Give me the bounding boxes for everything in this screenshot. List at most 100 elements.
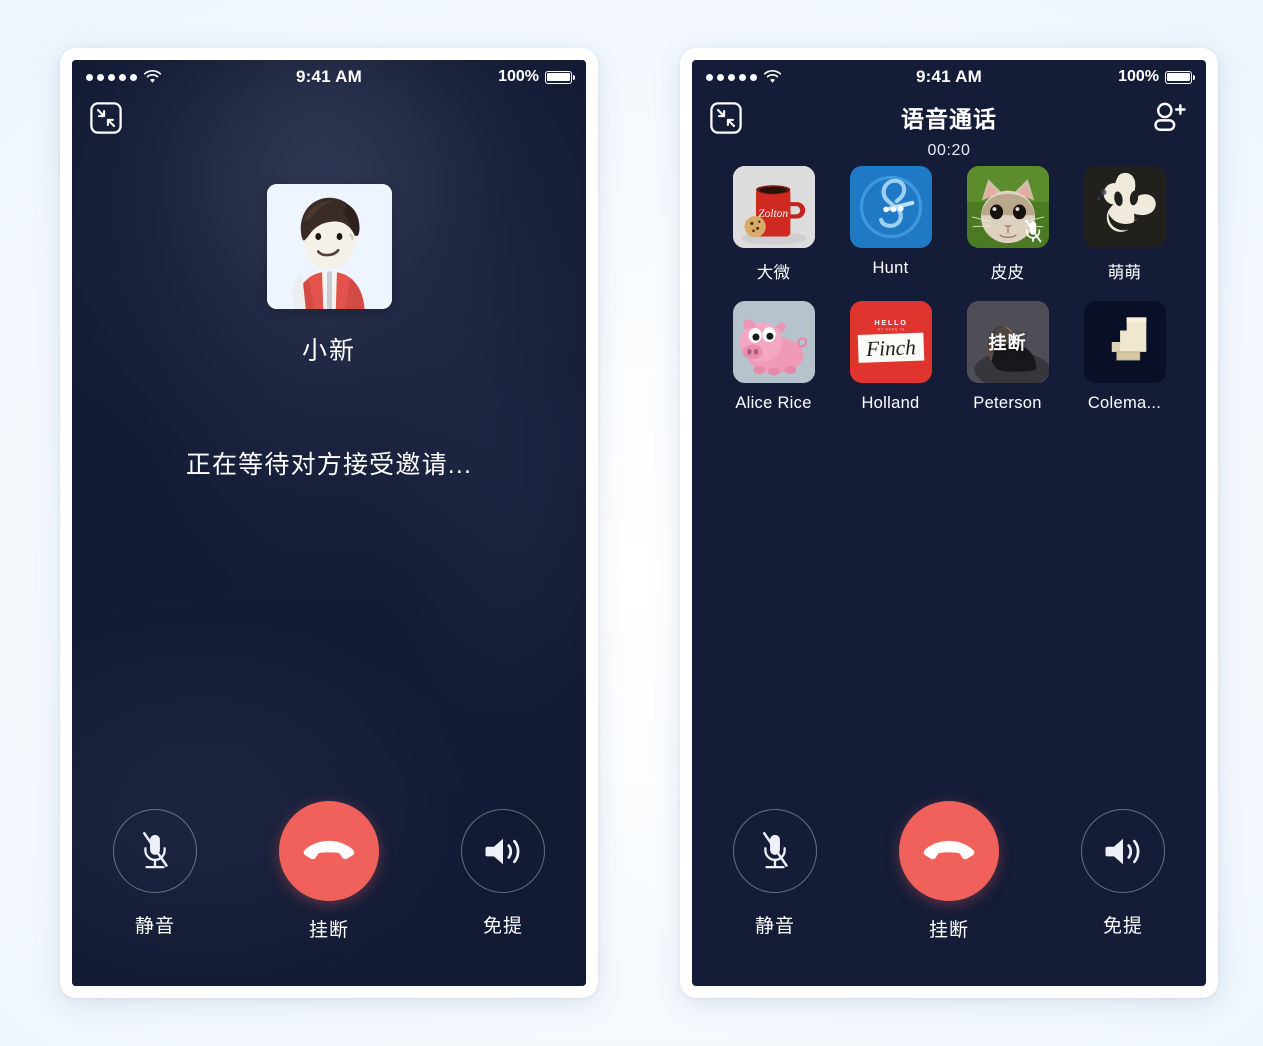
signal-dot: [750, 73, 757, 81]
mute-button-label: 静音: [754, 916, 795, 937]
signal-dot: [130, 73, 137, 81]
minimize-icon: [90, 102, 122, 134]
callee-name: 小新: [301, 337, 356, 365]
participant-name: 大微: [756, 264, 791, 282]
hangup-button-right[interactable]: 挂断: [894, 801, 1004, 942]
participant-name: Colema...: [1087, 394, 1162, 412]
signal-dot: [739, 73, 746, 81]
call-controls-left: 静音 挂断 免提: [72, 801, 586, 950]
participant-avatar-caption: 挂断: [988, 333, 1027, 353]
add-person-icon: [1152, 102, 1188, 134]
phone-hangup-icon: [923, 839, 975, 863]
participant-avatar: [1083, 301, 1166, 383]
hello-finch-nametag-avatar-image: [850, 301, 932, 383]
participant-avatar: [849, 166, 932, 248]
minimize-button-right[interactable]: [710, 102, 742, 134]
participant-avatar: [732, 301, 815, 383]
status-bar-right: 9:41 AM 100%: [692, 60, 1206, 94]
participant-item[interactable]: 大微: [726, 166, 821, 283]
participant-item[interactable]: Holland: [843, 301, 938, 413]
speaker-icon: [482, 834, 524, 869]
signal-dots: [86, 73, 137, 81]
speaker-button-circle: [461, 809, 545, 893]
battery-icon: [1165, 70, 1196, 84]
cream-stairs-shape-avatar-image: [1084, 301, 1166, 383]
speaker-button-left[interactable]: 免提: [448, 809, 558, 938]
participant-item[interactable]: 萌萌: [1077, 166, 1172, 283]
nav-title-block: 语音通话 00:20: [692, 100, 1206, 160]
red-mug-zolton-avatar-image: [733, 166, 815, 248]
participant-name: 萌萌: [1107, 264, 1142, 282]
mic-muted-icon: [138, 831, 172, 871]
battery-percent-label: 100%: [498, 68, 539, 85]
minimize-button-left[interactable]: [90, 102, 122, 134]
cartoon-face-mascot-avatar-image: [1084, 166, 1166, 248]
signal-dot: [728, 73, 735, 81]
signal-dots: [706, 73, 757, 81]
status-right-group: 100%: [1118, 68, 1196, 86]
speaker-button-circle: [1081, 809, 1165, 893]
participant-item[interactable]: Alice Rice: [726, 301, 821, 413]
participant-avatar: [1083, 166, 1166, 248]
status-right-group: 100%: [498, 68, 576, 86]
call-status-text: 正在等待对方接受邀请...: [185, 451, 473, 479]
mute-button-circle: [113, 809, 197, 893]
hangup-button-circle: [899, 801, 999, 901]
speaker-button-label: 免提: [1102, 916, 1143, 937]
wifi-icon: [763, 70, 782, 84]
speaker-button-right[interactable]: 免提: [1068, 809, 1178, 938]
nav-bar-right: 语音通话 00:20: [692, 94, 1206, 159]
call-controls-right: 静音 挂断 免提: [692, 801, 1206, 950]
pink-pig-avatar-image: [733, 301, 815, 383]
participant-item[interactable]: 挂断 Peterson: [960, 301, 1055, 413]
participant-name: 皮皮: [990, 264, 1025, 282]
participant-avatar: [966, 166, 1049, 248]
cartoon-boy-avatar-image: [267, 184, 392, 309]
mute-button-left[interactable]: 静音: [100, 809, 210, 938]
page-background: 9:41 AM 100% 小新 正在等待对方接受邀请... 静音 挂断 免提 9…: [0, 0, 1263, 1046]
mute-button-label: 静音: [134, 916, 175, 937]
signal-dot: [108, 73, 115, 81]
hangup-button-label: 挂断: [308, 920, 349, 941]
phone-left: 9:41 AM 100% 小新 正在等待对方接受邀请... 静音 挂断 免提: [60, 48, 598, 998]
participant-name: Alice Rice: [735, 394, 812, 412]
hangup-button-circle: [279, 801, 379, 901]
signal-dot: [86, 73, 93, 81]
speaker-button-label: 免提: [482, 916, 523, 937]
participant-name: Peterson: [973, 394, 1042, 412]
status-bar-left: 9:41 AM 100%: [72, 60, 586, 94]
signal-dot: [717, 73, 724, 81]
minimize-icon: [710, 102, 742, 134]
signal-dot: [97, 73, 104, 81]
phone-hangup-icon: [303, 839, 355, 863]
status-left-group: [706, 70, 782, 84]
phone-right: 9:41 AM 100% 语音通话 00:20 大微 Hunt 皮皮 萌萌 Al…: [680, 48, 1218, 998]
blue-b-monogram-avatar-image: [850, 166, 932, 248]
hangup-button-left[interactable]: 挂断: [274, 801, 384, 942]
participant-avatar: 挂断: [966, 301, 1049, 383]
status-left-group: [86, 70, 162, 84]
signal-dot: [706, 73, 713, 81]
participant-name: Holland: [861, 394, 920, 412]
battery-icon: [545, 70, 576, 84]
participant-avatar: [849, 301, 932, 383]
participant-item[interactable]: Colema...: [1077, 301, 1172, 413]
battery-percent-label: 100%: [1118, 68, 1159, 85]
call-duration: 00:20: [927, 142, 971, 159]
speaker-icon: [1102, 834, 1144, 869]
participant-item[interactable]: 皮皮: [960, 166, 1055, 283]
wifi-icon: [143, 70, 162, 84]
screen-outgoing-call: 9:41 AM 100% 小新 正在等待对方接受邀请... 静音 挂断 免提: [72, 60, 586, 986]
mic-muted-icon: [758, 831, 792, 871]
callee-block: 小新: [72, 184, 586, 367]
participant-name: Hunt: [872, 259, 909, 277]
participant-avatar: [732, 166, 815, 248]
mute-button-circle: [733, 809, 817, 893]
mute-button-right[interactable]: 静音: [720, 809, 830, 938]
hangup-button-label: 挂断: [928, 920, 969, 941]
page-title: 语音通话: [901, 106, 997, 132]
callee-avatar: [266, 184, 392, 309]
participant-item[interactable]: Hunt: [843, 166, 938, 283]
participant-muted-icon: [1020, 219, 1046, 245]
add-member-button[interactable]: [1152, 102, 1188, 134]
